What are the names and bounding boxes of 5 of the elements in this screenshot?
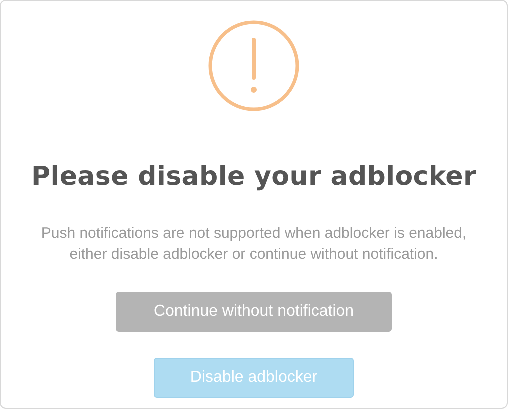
- continue-button[interactable]: Continue without notification: [116, 292, 392, 332]
- warning-icon: [208, 20, 300, 112]
- dialog-title: Please disable your adblocker: [31, 161, 477, 194]
- disable-button[interactable]: Disable adblocker: [154, 358, 354, 398]
- dialog-message: Push notifications are not supported when adblocker is enabled, either disable adblocker or continue without notification.: [40, 224, 468, 265]
